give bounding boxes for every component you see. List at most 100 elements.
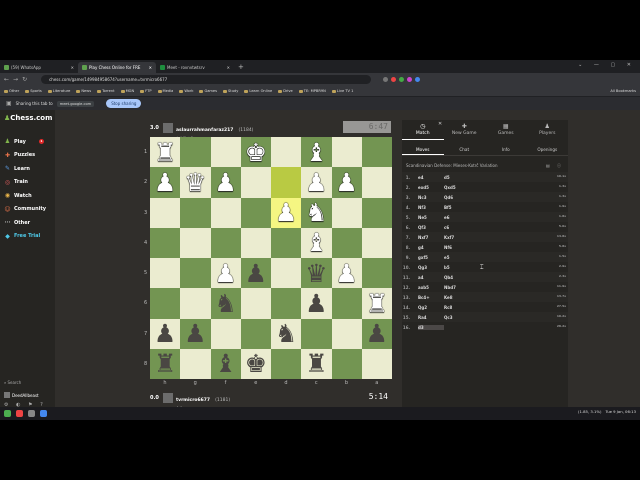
bookmark-item[interactable]: TE: MPBR9N [298, 89, 326, 93]
chess-piece[interactable]: ♞ [271, 319, 301, 349]
subtab-openings[interactable]: Openings [527, 144, 569, 155]
sidebar-item-other[interactable]: ⋯ Other [4, 219, 31, 226]
new-tab-button[interactable]: + [238, 63, 244, 71]
board-square[interactable] [180, 348, 211, 379]
white-move[interactable]: Nf3 [418, 205, 444, 210]
black-move[interactable]: e5 [444, 255, 474, 260]
sidebar-item-play[interactable]: ♟ Play 1 [4, 138, 44, 145]
back-icon[interactable]: ← [4, 76, 9, 83]
taskbar-clock[interactable]: Tue 9 Jan, 06:13 [605, 409, 636, 414]
window-controls[interactable]: ⌄ — ▢ ✕ [578, 62, 636, 68]
white-move[interactable]: g4 [418, 245, 444, 250]
url-field[interactable]: chess.com/game/149984958674?username=tvr… [41, 75, 372, 84]
bookmark-item[interactable]: Literature [47, 89, 70, 93]
black-move[interactable]: d5 [444, 175, 474, 180]
start-menu-icon[interactable] [4, 410, 11, 417]
board-square[interactable] [240, 197, 271, 228]
chess-piece[interactable]: ♟ [332, 167, 362, 197]
forward-icon[interactable]: → [13, 76, 18, 83]
chess-piece[interactable]: ♟ [362, 319, 392, 349]
black-move[interactable]: Qc3 [444, 315, 474, 320]
chess-piece[interactable]: ♝ [301, 137, 331, 167]
board-square[interactable] [150, 258, 181, 289]
browser-tab-chess[interactable]: Play Chess Online for FRE ✕ [78, 62, 156, 73]
white-move[interactable]: Nc3 [418, 195, 444, 200]
app-icon[interactable] [16, 410, 23, 417]
sidebar-user[interactable]: DeedAllbeast [4, 392, 39, 398]
app-icon[interactable] [28, 410, 35, 417]
white-move[interactable]: exd5 [418, 185, 444, 190]
board-square[interactable] [180, 227, 211, 258]
bookmark-item[interactable]: Games [199, 89, 217, 93]
board-square[interactable] [150, 197, 181, 228]
panel-tab-new-game[interactable]: ✚ New Game [444, 120, 486, 140]
chess-piece[interactable]: ♜ [362, 288, 392, 318]
board-square[interactable] [271, 167, 302, 198]
black-move[interactable]: Nbd7 [444, 285, 474, 290]
board-square[interactable] [331, 348, 362, 379]
chess-piece[interactable]: ♟ [301, 288, 331, 318]
close-icon[interactable]: ✕ [227, 65, 230, 70]
bookmark-item[interactable]: Study [223, 89, 238, 93]
black-move[interactable]: Nf6 [444, 245, 474, 250]
subtab-moves[interactable]: Moves [402, 144, 444, 155]
app-icon[interactable] [40, 410, 47, 417]
board-square[interactable] [150, 288, 181, 319]
white-move[interactable]: Bc4+ [418, 295, 444, 300]
avatar[interactable] [163, 123, 173, 133]
bookmark-item[interactable]: Drive [278, 89, 293, 93]
all-bookmarks[interactable]: All Bookmarks [610, 89, 636, 93]
black-move[interactable]: Qb4 [444, 275, 474, 280]
panel-tab-games[interactable]: ▦ Games [485, 120, 527, 140]
board-square[interactable] [331, 137, 362, 168]
board-square[interactable] [240, 288, 271, 319]
black-move[interactable]: Ke8 [444, 295, 474, 300]
chess-piece[interactable]: ♟ [150, 319, 180, 349]
chess-piece[interactable]: ♟ [332, 258, 362, 288]
avatar[interactable] [163, 393, 173, 403]
chess-piece[interactable]: ♚ [241, 349, 271, 379]
close-icon[interactable]: ✕ [149, 65, 152, 70]
board-square[interactable] [271, 227, 302, 258]
white-move[interactable]: gxf5 [418, 255, 444, 260]
black-move[interactable]: Qxd5 [444, 185, 474, 190]
extension-icon[interactable] [383, 77, 389, 82]
white-move[interactable]: a4 [418, 275, 444, 280]
sidebar-item-puzzles[interactable]: ✚ Puzzles [4, 152, 35, 159]
board-square[interactable] [331, 197, 362, 228]
bookmark-item[interactable]: Media [157, 89, 173, 93]
chess-piece[interactable]: ♝ [211, 349, 241, 379]
opening-name[interactable]: Scandinavian Defense: Mieses-Kotrč Varia… [406, 163, 498, 168]
bookmark-item[interactable]: Live TV 1 [331, 89, 353, 93]
chess-piece[interactable]: ♞ [301, 198, 331, 228]
white-move[interactable]: Qg2 [418, 305, 444, 310]
chess-piece[interactable]: ♛ [180, 167, 210, 197]
subtab-chat[interactable]: Chat [444, 144, 486, 155]
board-square[interactable] [361, 137, 392, 168]
extension-icon[interactable] [407, 77, 413, 82]
board-square[interactable] [240, 227, 271, 258]
chess-piece[interactable]: ♜ [301, 349, 331, 379]
white-move[interactable]: Ne5 [418, 215, 444, 220]
board-square[interactable] [240, 318, 271, 349]
sidebar-item-learn[interactable]: ✎ Learn [4, 165, 30, 172]
sidebar-search[interactable]: ⌕ Search [4, 380, 21, 385]
close-icon[interactable]: ✕ [438, 121, 442, 127]
white-move[interactable]: Nxf7 [418, 235, 444, 240]
bookmark-item[interactable]: Learn Online [244, 89, 272, 93]
chess-piece[interactable]: ♟ [301, 167, 331, 197]
chess-piece[interactable]: ♟ [180, 319, 210, 349]
board-square[interactable] [361, 348, 392, 379]
browser-tab-whatsapp[interactable]: (59) WhatsApp ✕ [0, 62, 78, 73]
chess-piece[interactable]: ♛ [301, 258, 331, 288]
black-move[interactable]: e6 [444, 215, 474, 220]
bookmark-item[interactable]: Work [179, 89, 193, 93]
board-square[interactable] [180, 288, 211, 319]
sidebar-item-free-trial[interactable]: ◆ Free Trial [4, 233, 40, 240]
chess-piece[interactable]: ♟ [150, 167, 180, 197]
black-move[interactable]: Qd6 [444, 195, 474, 200]
board-square[interactable] [180, 197, 211, 228]
board-square[interactable] [150, 227, 181, 258]
bookmark-item[interactable]: FTP [140, 89, 152, 93]
chess-piece[interactable]: ♚ [241, 137, 271, 167]
